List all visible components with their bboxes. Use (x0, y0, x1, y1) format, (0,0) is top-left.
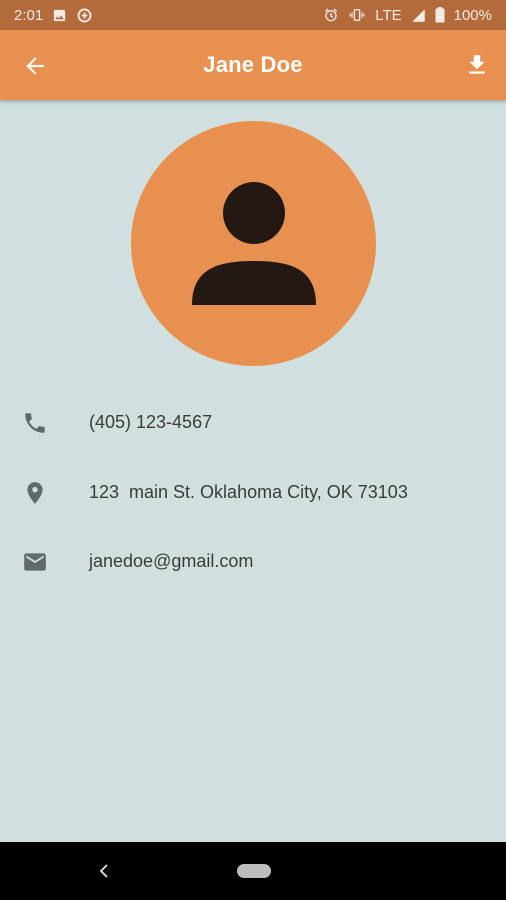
data-saver-icon (77, 8, 92, 22)
back-button[interactable] (22, 53, 48, 79)
page-title: Jane Doe (203, 52, 303, 77)
battery-icon (435, 7, 445, 23)
status-right: LTE 100% (323, 7, 492, 24)
address-row[interactable]: 123 main St. Oklahoma City, OK 73103 (0, 472, 506, 512)
vibrate-icon (349, 9, 365, 21)
arrow-back-icon (26, 57, 44, 75)
person-icon (192, 182, 316, 305)
phone-row[interactable]: (405) 123-4567 (0, 402, 506, 442)
location-pin-icon (27, 482, 43, 504)
phone-icon (25, 413, 45, 433)
download-icon (469, 55, 485, 74)
app-bar: Jane Doe (0, 30, 506, 100)
status-time: 2:01 (14, 6, 44, 24)
avatar (131, 121, 376, 366)
email-icon (24, 553, 46, 571)
status-bar: 2:01 LTE 100% (0, 0, 506, 30)
download-button[interactable] (464, 52, 490, 78)
signal-icon (411, 8, 425, 22)
home-pill-icon[interactable] (237, 864, 271, 878)
email-address: janedoe@gmail.com (89, 551, 254, 571)
status-left: 2:01 (14, 7, 93, 24)
phone-number: (405) 123-4567 (89, 412, 213, 432)
network-type: LTE (375, 6, 402, 24)
nav-back-icon[interactable] (96, 861, 112, 881)
alarm-icon (325, 8, 338, 22)
navigation-bar (0, 842, 506, 900)
address: 123 main St. Oklahoma City, OK 73103 (89, 482, 408, 502)
email-row[interactable]: janedoe@gmail.com (0, 541, 506, 581)
image-icon (54, 9, 66, 21)
battery-level: 100% (453, 6, 492, 24)
